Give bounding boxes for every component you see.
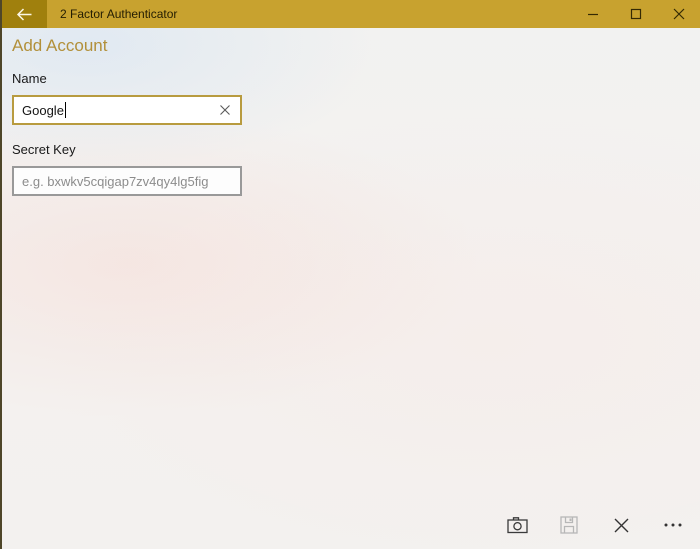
titlebar: 2 Factor Authenticator [2,0,700,28]
more-button[interactable] [650,503,696,547]
cancel-button[interactable] [598,503,644,547]
name-label: Name [12,71,47,86]
secret-key-label: Secret Key [12,142,76,157]
maximize-icon [630,8,642,20]
text-caret [65,102,66,118]
save-icon [560,516,578,534]
camera-button[interactable] [494,503,540,547]
clear-x-icon [220,105,230,115]
maximize-button[interactable] [614,0,657,28]
app-window: 2 Factor Authenticator Add Account Name [0,0,700,549]
close-x-icon [673,8,685,20]
add-account-page: Add Account Name Secret Key [2,28,700,501]
page-title: Add Account [12,36,108,55]
ellipsis-icon [664,522,682,528]
window-controls [571,0,700,28]
secret-key-field[interactable] [12,166,242,196]
minimize-icon [587,8,599,20]
save-button[interactable] [546,503,592,547]
name-input[interactable] [14,97,210,123]
command-bar [2,501,700,549]
back-button[interactable] [2,0,47,28]
name-field[interactable] [12,95,242,125]
secret-key-input[interactable] [14,168,240,194]
camera-icon [506,516,528,534]
cancel-x-icon [614,518,629,533]
minimize-button[interactable] [571,0,614,28]
close-window-button[interactable] [657,0,700,28]
window-title: 2 Factor Authenticator [60,7,178,21]
back-arrow-icon [16,7,33,22]
clear-name-button[interactable] [210,97,240,123]
